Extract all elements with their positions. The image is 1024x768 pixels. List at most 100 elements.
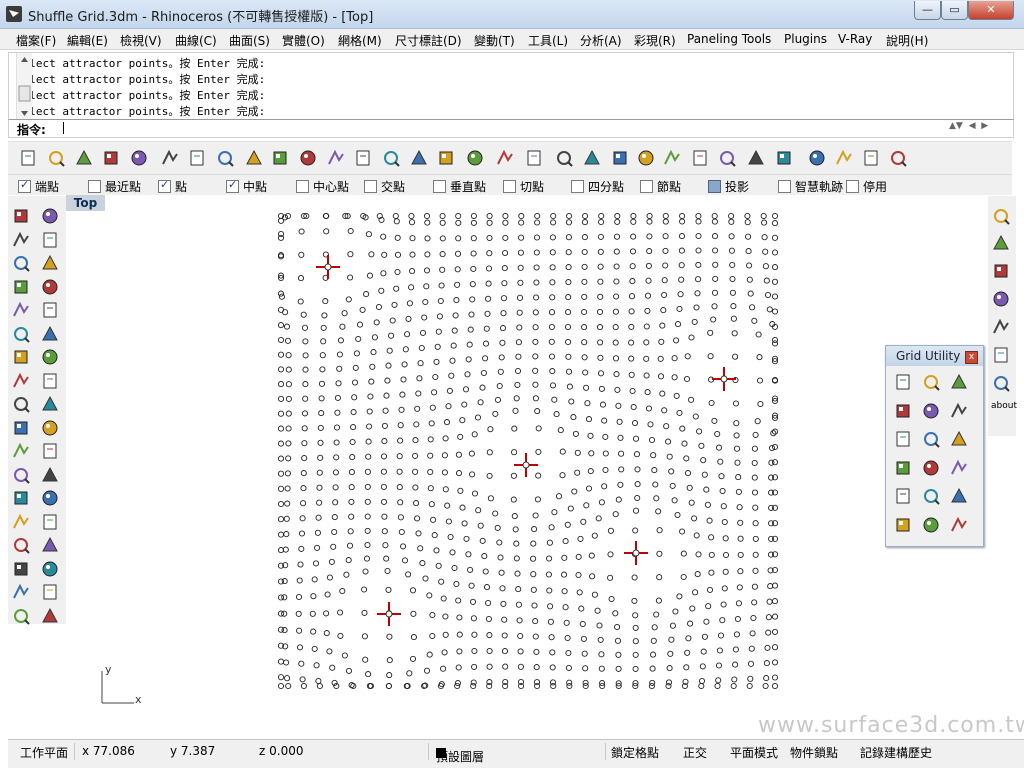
menu-analyze[interactable]: 分析(A) <box>580 32 622 49</box>
checkbox-icon[interactable] <box>778 180 791 193</box>
close-button[interactable]: ✕ <box>968 1 1014 20</box>
grid-utility-tool-7-button[interactable] <box>893 429 919 451</box>
menu-file[interactable]: 檔案(F) <box>16 32 56 49</box>
menu-help[interactable]: 說明(H) <box>886 32 928 49</box>
grid-utility-tool-10-button[interactable] <box>893 458 919 480</box>
grid-utility-tool-17-button[interactable] <box>921 515 947 537</box>
grid-utility-tool-6-button[interactable] <box>949 401 975 423</box>
status-osnap[interactable]: 物件鎖點 <box>790 744 838 761</box>
osnap-tangent[interactable]: 切點 <box>503 178 544 195</box>
menu-curve[interactable]: 曲線(C) <box>175 32 217 49</box>
left-tool-12-button[interactable] <box>40 324 62 346</box>
wire-sphere-button[interactable] <box>717 148 738 168</box>
left-tool-35-button[interactable] <box>11 606 33 628</box>
cut-button[interactable] <box>160 148 181 168</box>
checkbox-icon[interactable] <box>296 180 309 193</box>
zoom-dynamic-button[interactable] <box>326 148 347 168</box>
left-tool-21-button[interactable] <box>11 441 33 463</box>
status-ortho[interactable]: 正交 <box>683 744 707 761</box>
open-file-button[interactable] <box>46 148 67 168</box>
left-tool-14-button[interactable] <box>40 347 62 369</box>
left-tool-16-button[interactable] <box>40 371 62 393</box>
minimize-button[interactable]: — <box>914 1 941 20</box>
zoom-window-button[interactable] <box>353 148 374 168</box>
left-tool-32-button[interactable] <box>40 559 62 581</box>
left-tool-34-button[interactable] <box>40 582 62 604</box>
color-wheel-button[interactable] <box>690 148 711 168</box>
menu-view[interactable]: 檢視(V) <box>120 32 162 49</box>
left-tool-11-button[interactable] <box>11 324 33 346</box>
left-tool-4-button[interactable] <box>40 230 62 252</box>
menu-vray[interactable]: V-Ray <box>838 32 872 46</box>
left-tool-17-button[interactable] <box>11 394 33 416</box>
maximize-button[interactable]: ▭ <box>941 1 968 20</box>
zoom-extents-button[interactable] <box>381 148 402 168</box>
osnap-intersection[interactable]: 交點 <box>364 178 405 195</box>
status-cplane[interactable]: 工作平面 <box>20 744 68 761</box>
pan-button[interactable] <box>270 148 291 168</box>
grid-utility-tool-5-button[interactable] <box>921 401 947 423</box>
menu-paneling-tools[interactable]: Paneling Tools <box>687 32 771 46</box>
gumball-button[interactable] <box>582 148 603 168</box>
right-tool-5-button[interactable] <box>991 317 1013 339</box>
print-button[interactable] <box>101 148 122 168</box>
checkbox-icon[interactable] <box>708 180 721 193</box>
checkbox-icon[interactable] <box>364 180 377 193</box>
grid-utility-tool-8-button[interactable] <box>921 429 947 451</box>
menu-surface[interactable]: 曲面(S) <box>229 32 270 49</box>
top-viewport[interactable]: Top y x www.surface3d.com.tw <box>66 195 1024 738</box>
settings-button[interactable] <box>834 148 855 168</box>
rotate-view-button[interactable] <box>298 148 319 168</box>
osnap-project[interactable]: 投影 <box>708 178 749 195</box>
command-history[interactable]: Select attractor points。按 Enter 完成: Sele… <box>8 52 1014 121</box>
osnap-center[interactable]: 中心點 <box>296 178 349 195</box>
about-button[interactable]: about <box>991 401 1017 423</box>
save-button[interactable] <box>74 148 95 168</box>
right-tool-3-button[interactable] <box>991 261 1013 283</box>
render-sphere-button[interactable] <box>746 148 767 168</box>
palette-close-button[interactable]: x <box>965 351 978 364</box>
grid-utility-tool-2-button[interactable] <box>921 372 947 394</box>
checkbox-icon[interactable] <box>158 178 171 193</box>
left-tool-28-button[interactable] <box>40 512 62 534</box>
viewport-tab-top[interactable]: Top <box>66 195 105 211</box>
left-tool-33-button[interactable] <box>11 582 33 604</box>
left-tool-19-button[interactable] <box>11 418 33 440</box>
help-button[interactable] <box>888 148 909 168</box>
left-tool-18-button[interactable] <box>40 394 62 416</box>
status-history[interactable]: 記錄建構歷史 <box>860 744 932 761</box>
left-tool-5-button[interactable] <box>11 253 33 275</box>
checkbox-icon[interactable] <box>226 178 239 193</box>
four-viewports-button[interactable] <box>465 148 486 168</box>
left-tool-9-button[interactable] <box>11 300 33 322</box>
checkbox-icon[interactable] <box>18 178 31 193</box>
osnap-mid[interactable]: 中點 <box>226 178 267 195</box>
new-file-button[interactable] <box>18 148 39 168</box>
osnap-point[interactable]: 點 <box>158 178 187 195</box>
right-tool-6-button[interactable] <box>991 345 1013 367</box>
grid-utility-tool-16-button[interactable] <box>893 515 919 537</box>
plane-mesh-button[interactable] <box>524 148 545 168</box>
left-tool-6-button[interactable] <box>40 253 62 275</box>
layer-button[interactable] <box>662 148 683 168</box>
cplane-button[interactable] <box>554 148 575 168</box>
grid-utility-tool-13-button[interactable] <box>893 486 919 508</box>
left-tool-13-button[interactable] <box>11 347 33 369</box>
grid-utility-tool-3-button[interactable] <box>949 372 975 394</box>
left-tool-3-button[interactable] <box>11 230 33 252</box>
menu-tools[interactable]: 工具(L) <box>528 32 568 49</box>
left-tool-29-button[interactable] <box>11 535 33 557</box>
grid-utility-tool-12-button[interactable] <box>949 458 975 480</box>
left-tool-23-button[interactable] <box>11 465 33 487</box>
grid-utility-tool-1-button[interactable] <box>893 372 919 394</box>
rhino-app-icon[interactable] <box>6 6 22 22</box>
left-tool-31-button[interactable] <box>11 559 33 581</box>
osnap-disable[interactable]: 停用 <box>846 178 887 195</box>
lock-button[interactable] <box>636 148 657 168</box>
checkbox-icon[interactable] <box>640 180 653 193</box>
left-tool-25-button[interactable] <box>11 488 33 510</box>
left-tool-2-button[interactable] <box>40 206 62 228</box>
undo-button[interactable] <box>244 148 265 168</box>
left-tool-1-button[interactable] <box>11 206 33 228</box>
checkbox-icon[interactable] <box>88 180 101 193</box>
